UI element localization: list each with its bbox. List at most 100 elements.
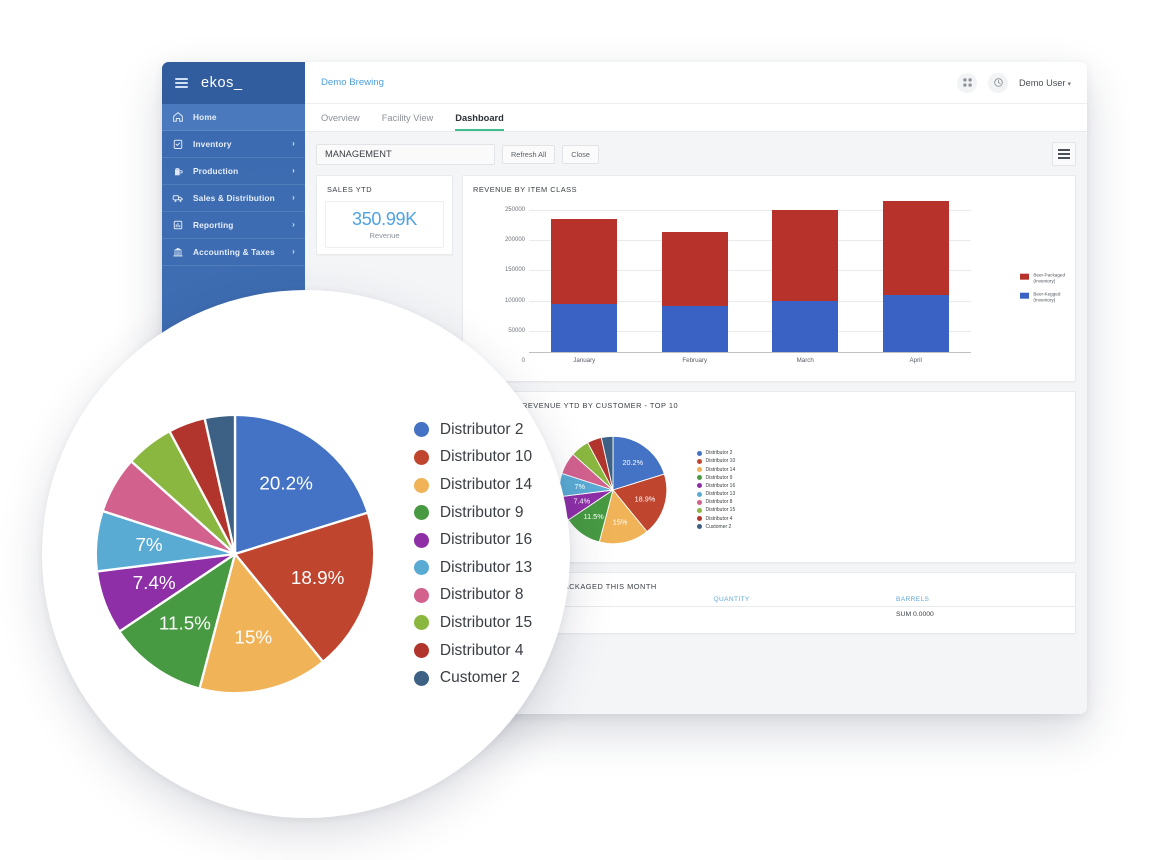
legend-swatch xyxy=(413,422,429,438)
bar-chart-x-tick: January xyxy=(573,357,596,364)
bar-chart: 250000 200000 150000 100000 50000 0 January Feb… xyxy=(473,201,1067,375)
sidebar-item-accounting-taxes[interactable]: Accounting & Taxes › xyxy=(162,239,305,266)
sidebar-item-label: Sales & Distribution xyxy=(193,193,275,203)
sales-ytd-card: SALES YTD 350.99K Revenue xyxy=(316,175,453,255)
tab-dashboard[interactable]: Dashboard xyxy=(455,113,504,131)
top-bar: Demo Brewing Demo User ▾ xyxy=(305,62,1087,104)
pie-legend-item[interactable]: Distributor 4 xyxy=(697,516,735,522)
pie-legend-item[interactable]: Distributor 10 xyxy=(697,458,735,464)
legend-label: Distributor 13 xyxy=(705,491,736,498)
pie-slice-label: 18.9% xyxy=(635,495,656,504)
bar-segment-kegged xyxy=(551,303,618,352)
bar-chart-bar: March xyxy=(772,210,839,364)
bar-segment-packaged xyxy=(882,201,949,296)
legend-swatch xyxy=(413,449,429,465)
bar-segment-kegged xyxy=(882,295,949,352)
pie-legend-item[interactable]: Distributor 15 xyxy=(697,507,735,513)
legend-label: Distributor 10 xyxy=(439,448,533,466)
bar-chart-plot-area: 250000 200000 150000 100000 50000 0 January Feb… xyxy=(505,201,971,364)
magnified-pie-chart-group: 20.2% 18.9% 15% 11.5% 7.4% 7% Distributor 2 Di… xyxy=(90,409,532,699)
legend-swatch xyxy=(697,524,702,530)
pie-legend-item[interactable]: Distributor 8 xyxy=(697,499,735,505)
pie-legend-item[interactable]: Distributor 16 xyxy=(413,531,532,549)
legend-label: Distributor 9 xyxy=(705,474,733,481)
pie-legend-item[interactable]: Distributor 14 xyxy=(413,476,532,494)
pie-chart-small: 20.2% 18.9% 15% 11.5% 7.4% 7% xyxy=(558,435,668,545)
legend-swatch xyxy=(413,587,429,603)
refresh-all-button[interactable]: Refresh All xyxy=(502,144,556,164)
close-button[interactable]: Close xyxy=(562,144,599,164)
bar-segment-packaged xyxy=(772,210,839,302)
bar-chart-y-tick: 100000 xyxy=(504,297,525,304)
volume-packaged-table: ITEMQUANTITYBARRELS Grand TotalsSUM 0.00… xyxy=(512,596,1075,618)
pie-legend-item[interactable]: Customer 2 xyxy=(697,524,735,530)
pie-legend-item[interactable]: Distributor 16 xyxy=(697,483,735,489)
sidebar-item-sales-distribution[interactable]: Sales & Distribution › xyxy=(162,185,305,212)
bar-segment-kegged xyxy=(772,301,839,352)
menu-toggle-icon[interactable] xyxy=(175,77,188,89)
legend-label: Distributor 13 xyxy=(439,558,533,576)
bar-segment-packaged xyxy=(551,219,618,304)
legend-swatch xyxy=(697,507,702,513)
pie-legend-item[interactable]: Distributor 13 xyxy=(697,491,735,497)
pie-slice-label: 7% xyxy=(575,482,586,491)
dashboard-select[interactable]: MANAGEMENT xyxy=(316,143,495,165)
truck-icon xyxy=(172,192,184,204)
bar-chart-bar: January xyxy=(551,219,618,364)
chevron-right-icon: › xyxy=(292,247,295,256)
legend-label: Distributor 2 xyxy=(439,420,524,438)
sidebar-item-production[interactable]: Production › xyxy=(162,158,305,185)
pie-legend-item[interactable]: Distributor 2 xyxy=(413,420,532,439)
pie-slice-label: 20.2% xyxy=(259,472,313,493)
bar-chart-y-tick: 250000 xyxy=(504,207,525,213)
pie-legend-item[interactable]: Distributor 13 xyxy=(413,558,533,577)
history-clock-icon[interactable] xyxy=(988,72,1009,93)
grid-icon[interactable] xyxy=(957,72,978,93)
pie-legend-item[interactable]: Distributor 10 xyxy=(413,448,533,466)
pie-legend-item[interactable]: Distributor 15 xyxy=(413,613,533,632)
pie-legend-item[interactable]: Distributor 9 xyxy=(697,475,735,481)
bar-chart-y-tick: 200000 xyxy=(504,237,525,244)
tab-overview[interactable]: Overview xyxy=(321,113,360,131)
legend-label: Distributor 8 xyxy=(439,586,524,604)
tab-facility-view[interactable]: Facility View xyxy=(382,113,434,131)
bar-chart-y-tick: 50000 xyxy=(508,327,525,334)
bar-segment-kegged xyxy=(661,305,728,352)
breadcrumb[interactable]: Demo Brewing xyxy=(321,77,384,88)
pie-legend-item[interactable]: Distributor 14 xyxy=(697,467,735,473)
sidebar-item-label: Home xyxy=(193,112,217,122)
chevron-right-icon: › xyxy=(292,193,295,202)
user-menu[interactable]: Demo User ▾ xyxy=(1019,78,1071,88)
sidebar-header: ekos_ xyxy=(162,62,305,104)
top-bar-actions: Demo User ▾ xyxy=(957,72,1087,93)
sidebar-item-reporting[interactable]: Reporting › xyxy=(162,212,305,239)
pie-legend-item[interactable]: Distributor 8 xyxy=(413,586,532,604)
legend-label: Distributor 15 xyxy=(439,613,533,631)
pie-slice-label: 11.5% xyxy=(584,512,605,521)
pie-legend-item[interactable]: Customer 2 xyxy=(413,669,532,687)
legend-swatch xyxy=(697,450,702,456)
chevron-right-icon: › xyxy=(292,220,295,229)
legend-swatch xyxy=(697,467,702,473)
panel-menu-icon[interactable] xyxy=(1052,142,1076,166)
magnifier-lens: 20.2% 18.9% 15% 11.5% 7.4% 7% Distributor 2 Di… xyxy=(42,290,570,818)
sidebar-item-label: Inventory xyxy=(193,139,232,149)
legend-label: Distributor 14 xyxy=(705,466,736,473)
table-cell xyxy=(704,607,886,619)
chevron-down-icon: ▾ xyxy=(1067,80,1071,88)
dashboard-toolbar: MANAGEMENT Refresh All Close xyxy=(316,142,1076,166)
legend-swatch xyxy=(697,483,702,489)
pie-chart-area: 20.2% 18.9% 15% 11.5% 7.4% 7% Distributor 2 Di… xyxy=(512,418,1075,562)
pie-chart-magnified: 20.2% 18.9% 15% 11.5% 7.4% 7% xyxy=(94,413,376,695)
sidebar-item-home[interactable]: Home xyxy=(162,104,305,131)
pie-legend-item[interactable]: Distributor 9 xyxy=(413,504,532,522)
sales-ytd-label: Revenue xyxy=(369,231,400,240)
legend-label: Beer-Packaged (Inventory) xyxy=(1033,272,1065,284)
legend-swatch xyxy=(413,532,429,548)
pie-legend-item[interactable]: Distributor 4 xyxy=(413,642,532,660)
pie-legend-item[interactable]: Distributor 2 xyxy=(697,450,735,456)
legend-swatch xyxy=(1020,292,1030,299)
sidebar-item-inventory[interactable]: Inventory › xyxy=(162,131,305,158)
pie-chart-title: REVENUE YTD BY CUSTOMER - TOP 10 xyxy=(522,401,679,410)
beer-mug-icon xyxy=(172,165,184,177)
